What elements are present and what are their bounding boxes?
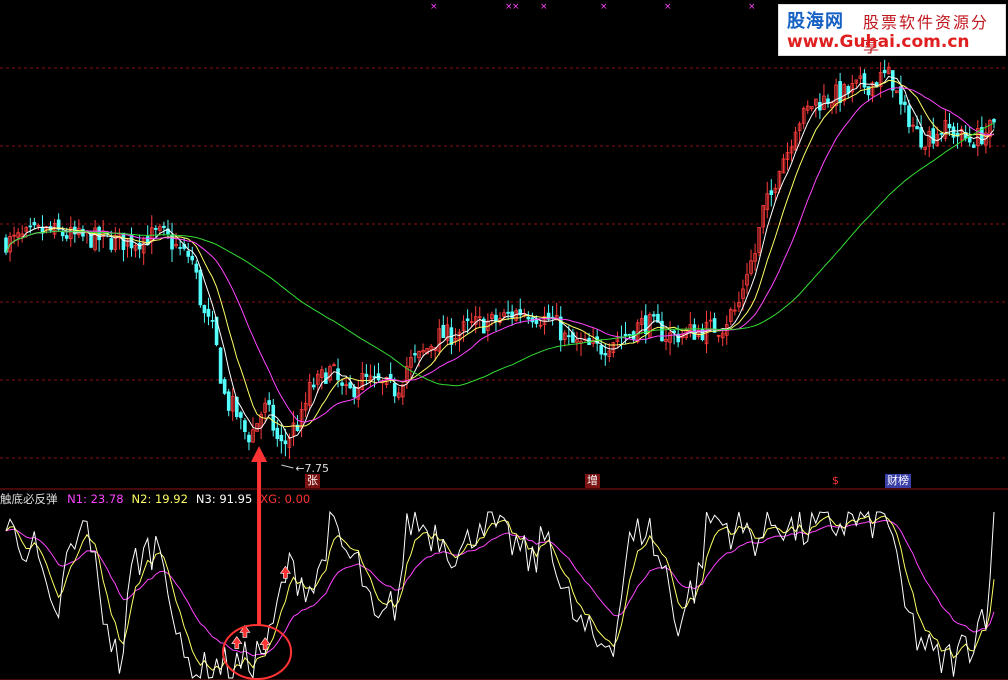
- event-badge[interactable]: $: [830, 474, 841, 488]
- candle-body: [226, 391, 231, 411]
- candle-body: [279, 434, 284, 442]
- candle-body: [154, 227, 158, 230]
- candle-body: [882, 69, 887, 74]
- candle-body: [652, 314, 656, 317]
- candle-body: [903, 101, 907, 106]
- candle-body: [186, 250, 191, 257]
- candle-body: [441, 324, 446, 339]
- candle-body: [352, 386, 357, 398]
- event-badge[interactable]: 财榜: [885, 474, 911, 488]
- candle-body: [915, 126, 919, 130]
- candle-body: [506, 311, 510, 314]
- candle-body: [162, 225, 166, 229]
- buy-signal-arrow: [279, 565, 291, 579]
- pointer-arrow-head: [251, 446, 268, 462]
- candle-body: [907, 105, 911, 128]
- event-badge[interactable]: 增: [585, 474, 600, 488]
- candle-body: [222, 379, 227, 394]
- candle-body: [247, 434, 251, 443]
- top-marker: ×: [600, 2, 608, 12]
- candle-body: [862, 73, 867, 88]
- indicator-param-3: N3: 91.95: [195, 492, 253, 506]
- candle-body: [692, 324, 697, 340]
- candle-body: [198, 269, 203, 306]
- ma-line-60: [5, 122, 995, 387]
- candle-body: [971, 144, 976, 148]
- candle-body: [283, 440, 288, 445]
- candle-body: [311, 384, 316, 388]
- stock-chart[interactable]: ←7.75 ××××××××: [0, 0, 1008, 680]
- candle-body: [413, 353, 417, 356]
- candle-body: [239, 412, 243, 418]
- candle-body: [392, 383, 397, 397]
- top-marker: ×: [512, 2, 520, 12]
- candle-body: [769, 190, 774, 195]
- candle-body: [919, 127, 923, 148]
- top-marker: ×: [540, 2, 548, 12]
- ma-line-10: [5, 79, 995, 428]
- indicator-param-2: N2: 19.92: [131, 492, 188, 506]
- ma-line-5: [5, 75, 995, 439]
- candle-body: [271, 404, 276, 431]
- candle-body: [712, 318, 717, 333]
- candle-body: [194, 263, 199, 273]
- indicator-n2-line: [5, 515, 995, 672]
- candle-body: [243, 420, 247, 432]
- candle-body: [567, 335, 571, 338]
- candle-body: [32, 222, 37, 226]
- candle-body: [623, 333, 628, 336]
- candle-body: [202, 305, 207, 314]
- top-marker: ×: [664, 2, 672, 12]
- candle-body: [526, 316, 531, 320]
- candle-body: [465, 318, 470, 322]
- candle-body: [28, 225, 33, 228]
- candle-body: [121, 232, 126, 251]
- watermark-url: www.Guhai.com.cn: [787, 32, 970, 52]
- candle-body: [340, 382, 344, 386]
- candle-body: [992, 119, 996, 123]
- candle-body: [967, 136, 972, 143]
- candle-body: [178, 247, 182, 249]
- candle-body: [190, 255, 195, 261]
- candle-body: [210, 319, 215, 322]
- candle-body: [899, 86, 903, 105]
- buy-signal-arrow: [231, 636, 243, 649]
- candle-body: [947, 123, 952, 129]
- indicator-name: 触底必反弹: [0, 492, 58, 506]
- candle-body: [603, 353, 608, 356]
- candle-body: [364, 373, 369, 378]
- candle-body: [267, 400, 271, 405]
- candle-body: [275, 427, 280, 440]
- candle-body: [838, 81, 842, 103]
- signal-highlight-circle: [222, 624, 293, 680]
- top-marker: ×: [748, 2, 756, 12]
- candle-body: [64, 235, 69, 239]
- watermark-brand: 股海网: [787, 11, 844, 32]
- candle-body: [218, 347, 223, 384]
- indicator-n3-line: [5, 510, 995, 680]
- candle-body: [939, 132, 944, 135]
- low-pointer: [281, 464, 294, 469]
- candle-body: [97, 226, 101, 241]
- candle-body: [336, 368, 340, 381]
- candle-body: [931, 128, 936, 144]
- candle-body: [643, 315, 648, 335]
- candle-body: [348, 382, 352, 389]
- indicator-legend: 触底必反弹 N1: 23.78 N2: 19.92 N3: 91.95 XG: 0.0…: [0, 491, 324, 507]
- ma-line-20: [5, 87, 995, 423]
- candle-body: [109, 238, 114, 250]
- event-badge[interactable]: 张: [305, 474, 320, 488]
- indicator-param-4: XG: 0.00: [260, 492, 311, 506]
- candle-body: [206, 308, 211, 317]
- indicator-n1-line: [5, 519, 995, 657]
- top-marker: ×: [430, 2, 438, 12]
- indicator-param-1: N1: 23.78: [67, 492, 124, 506]
- candle-body: [599, 345, 604, 355]
- watermark-logo: 股海网 股票软件资源分享 www.Guhai.com.cn: [778, 4, 1006, 56]
